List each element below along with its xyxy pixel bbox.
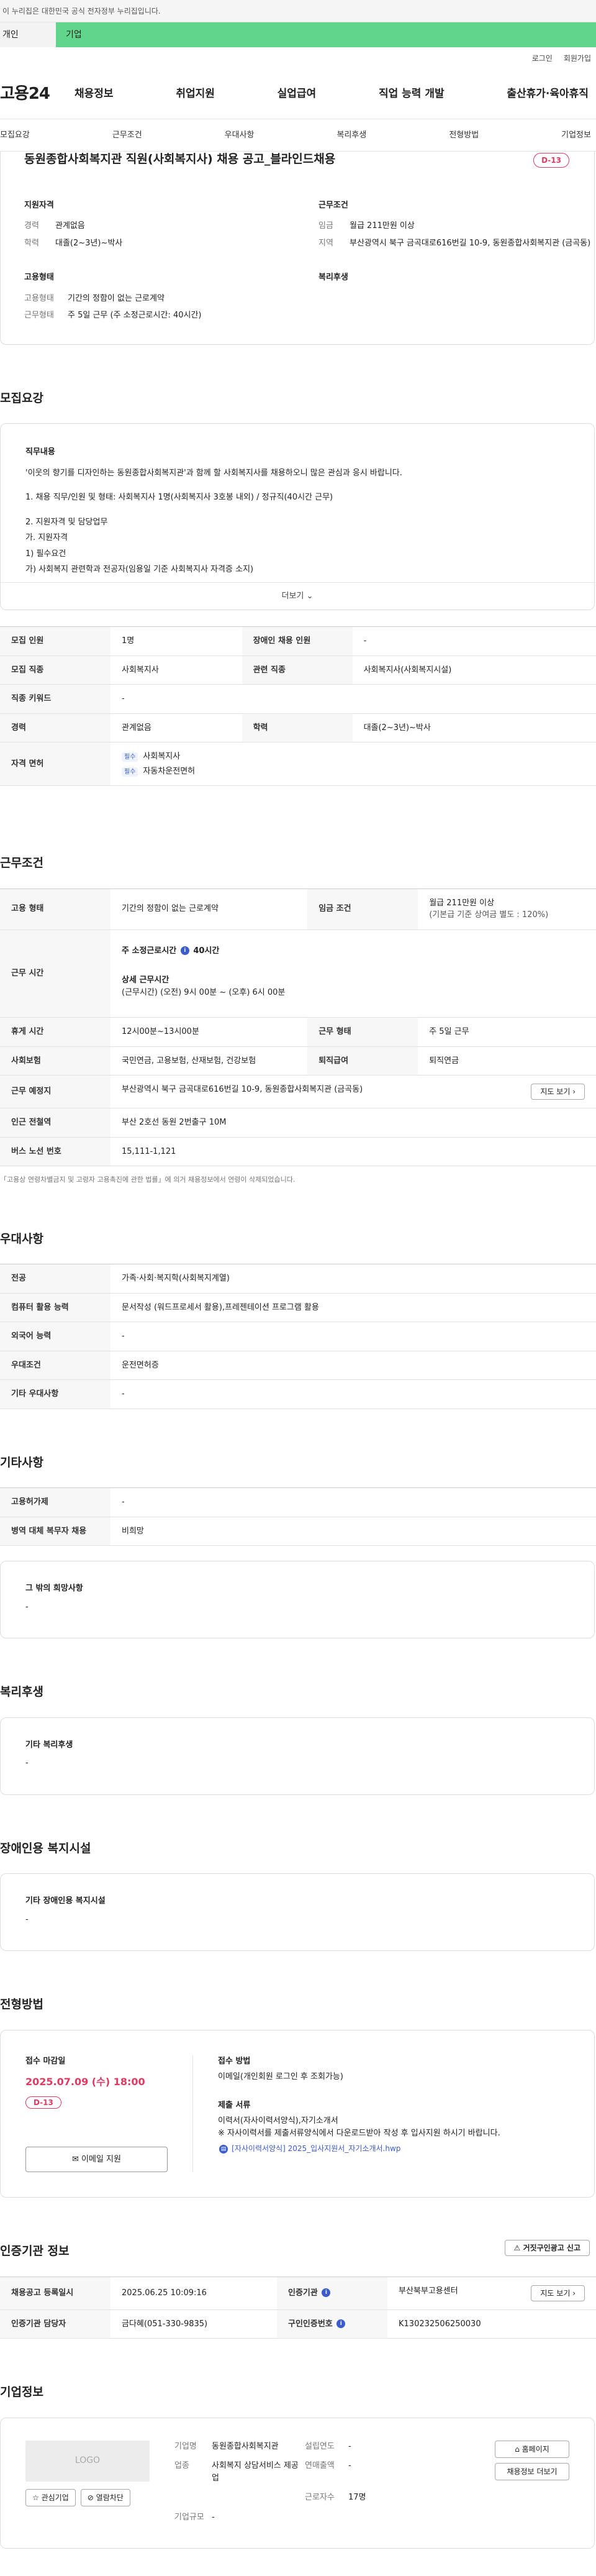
site-logo[interactable]: 고용24 — [0, 82, 74, 106]
summary-conditions: 근무조건 임금 월급 211만원 이상 지역 부산광역시 북구 금곡대로616번길 … — [318, 200, 591, 248]
tab-company[interactable]: 기업 — [56, 22, 596, 47]
section-title-process: 전형방법 — [0, 1998, 43, 2011]
summary-employment: 고용형태 고용형태 기간의 정함이 없는 근로계약 근무형태 주 5일 근무 (주 … — [24, 273, 202, 320]
anchor-corp[interactable]: 기업정보 — [561, 129, 591, 142]
auth-table: 채용공고 등록일시 2025.06.25 10:09:16 인증기관 i 부산북부고용… — [0, 2276, 596, 2339]
section-title-welfare: 복리후생 — [0, 1685, 43, 1699]
more-button[interactable]: 더보기 ⌄ — [1, 582, 594, 610]
block-icon: ⊘ — [87, 2493, 94, 2502]
corp-card: LOGO ☆ 관심기업 ⊘ 열람차단 기업명 동원종합사회복지관 설립연도 - 업종 사… — [0, 2417, 595, 2549]
report-button[interactable]: ⚠ 거짓구인광고 신고 — [504, 2240, 590, 2256]
corp-logo: LOGO — [25, 2440, 150, 2482]
homepage-button[interactable]: ⌂ 홈페이지 — [495, 2440, 569, 2458]
signup-link[interactable]: 회원가입 — [564, 53, 591, 64]
audience-tabs: 개인 기업 — [0, 22, 596, 47]
job-summary-card: 동원종합사회복지관 직원(사회복지사) 채용 공고_블라인드채용 D-13 지원… — [0, 152, 595, 345]
anchor-work[interactable]: 근무조건 — [112, 129, 142, 142]
corp-info: 기업명 동원종합사회복지관 설립연도 - 업종 사회복지 상담서비스 제공업 연매출액 - … — [174, 2441, 366, 2522]
age-note: 「고용상 연령차별금지 및 고령자 고용촉진에 관한 법률」에 의거 채용정보에… — [0, 1176, 296, 1184]
gov-notice-bar: 이 누리집은 대한민국 공식 전자정부 누리집입니다. — [0, 0, 596, 22]
etc-table: 고용허가제 - 병역 대체 복무자 채용 비희망 — [0, 1487, 596, 1546]
anchor-pref[interactable]: 우대사항 — [225, 129, 255, 142]
apply-dday-badge: D-13 — [25, 2096, 61, 2109]
section-title-corp: 기업정보 — [0, 2385, 43, 2399]
resume-file-link[interactable]: [자사이력서양식] 2025_입사지원서_자기소개서.hwp — [232, 2144, 400, 2153]
file-icon: ▤ — [219, 2144, 228, 2154]
nav-parental-leave[interactable]: 출산휴가·육아휴직 — [507, 86, 589, 103]
info-icon[interactable]: i — [322, 2288, 331, 2298]
work-table: 고용 형태 기간의 정함이 없는 근로계약 임금 조건 월급 211만원 이상 (기본급… — [0, 888, 596, 1167]
section-title-disabled: 장애인용 복지시설 — [0, 1841, 91, 1855]
nav-unemployment-benefit[interactable]: 실업급여 — [278, 86, 317, 103]
alert-icon: ⚠ — [513, 2244, 521, 2252]
email-apply-button[interactable]: ✉ 이메일 지원 — [25, 2146, 168, 2172]
deadline-date: 2025.07.09 (수) 18:00 — [25, 2076, 145, 2088]
job-description-card: 직무내용 '이웃의 향기를 디자인하는 동원종합사회복지관'과 함께 할 사회복… — [0, 423, 595, 610]
anchor-process[interactable]: 전형방법 — [449, 129, 479, 142]
dday-badge: D-13 — [533, 153, 569, 168]
auth-map-button[interactable]: 지도 보기 › — [531, 2285, 585, 2301]
section-title-pref: 우대사항 — [0, 1231, 43, 1246]
info-icon[interactable]: i — [180, 946, 189, 955]
gov-notice-text: 이 누리집은 대한민국 공식 전자정부 누리집입니다. — [2, 6, 161, 16]
utility-links: 로그인 회원가입 — [0, 47, 596, 70]
recruit-table: 모집 인원 1명 장애인 채용 인원 - 모집 직종 사회복지사 관련 직종 사회복지사(사… — [0, 626, 596, 786]
disabled-card: 기타 장애인용 복지시설 - — [0, 1873, 595, 1951]
map-button[interactable]: 지도 보기 › — [531, 1084, 585, 1100]
chevron-down-icon: ⌄ — [306, 591, 314, 601]
tab-personal[interactable]: 개인 — [0, 22, 56, 47]
home-icon: ⌂ — [515, 2444, 520, 2454]
info-icon[interactable]: i — [336, 2319, 346, 2328]
nav-skills[interactable]: 직업 능력 개발 — [379, 86, 445, 103]
nav-employment-support[interactable]: 취업지원 — [176, 86, 215, 103]
section-title-etc: 기타사항 — [0, 1455, 43, 1469]
page-title: 동원종합사회복지관 직원(사회복지사) 채용 공고_블라인드채용 — [24, 152, 336, 166]
section-anchors: 모집요강 근무조건 우대사항 복리후생 전형방법 기업정보 — [0, 119, 596, 152]
welfare-card: 기타 복리후생 - — [0, 1717, 595, 1795]
anchor-recruit[interactable]: 모집요강 — [0, 129, 30, 142]
star-icon: ☆ — [32, 2493, 39, 2502]
summary-welfare: 복리후생 — [318, 273, 348, 282]
apply-card: 접수 마감일 2025.07.09 (수) 18:00 D-13 ✉ 이메일 지… — [0, 2029, 595, 2198]
etc-wish-card: 그 밖의 희망사항 - — [0, 1561, 595, 1638]
login-link[interactable]: 로그인 — [532, 53, 553, 64]
summary-qualification: 지원자격 경력 관계없음 학력 대졸(2~3년)~박사 — [24, 200, 123, 248]
section-title-recruit: 모집요강 — [0, 391, 43, 405]
nav-jobs[interactable]: 채용정보 — [74, 86, 114, 103]
mail-icon: ✉ — [72, 2154, 79, 2164]
section-title-work: 근무조건 — [0, 856, 43, 870]
favorite-button[interactable]: ☆ 관심기업 — [25, 2488, 76, 2506]
more-jobs-button[interactable]: 채용정보 더보기 — [495, 2462, 569, 2480]
global-nav: 고용24 채용정보 취업지원 실업급여 직업 능력 개발 출산휴가·육아휴직 — [0, 70, 596, 119]
block-button[interactable]: ⊘ 열람차단 — [80, 2488, 130, 2506]
pref-table: 전공 가족·사회·복지학(사회복지계열) 컴퓨터 활용 능력 문서작성 (워드프로세… — [0, 1264, 596, 1409]
anchor-welfare[interactable]: 복리후생 — [336, 129, 366, 142]
section-title-auth: 인증기관 정보 ⚠ 거짓구인광고 신고 — [0, 2240, 596, 2260]
